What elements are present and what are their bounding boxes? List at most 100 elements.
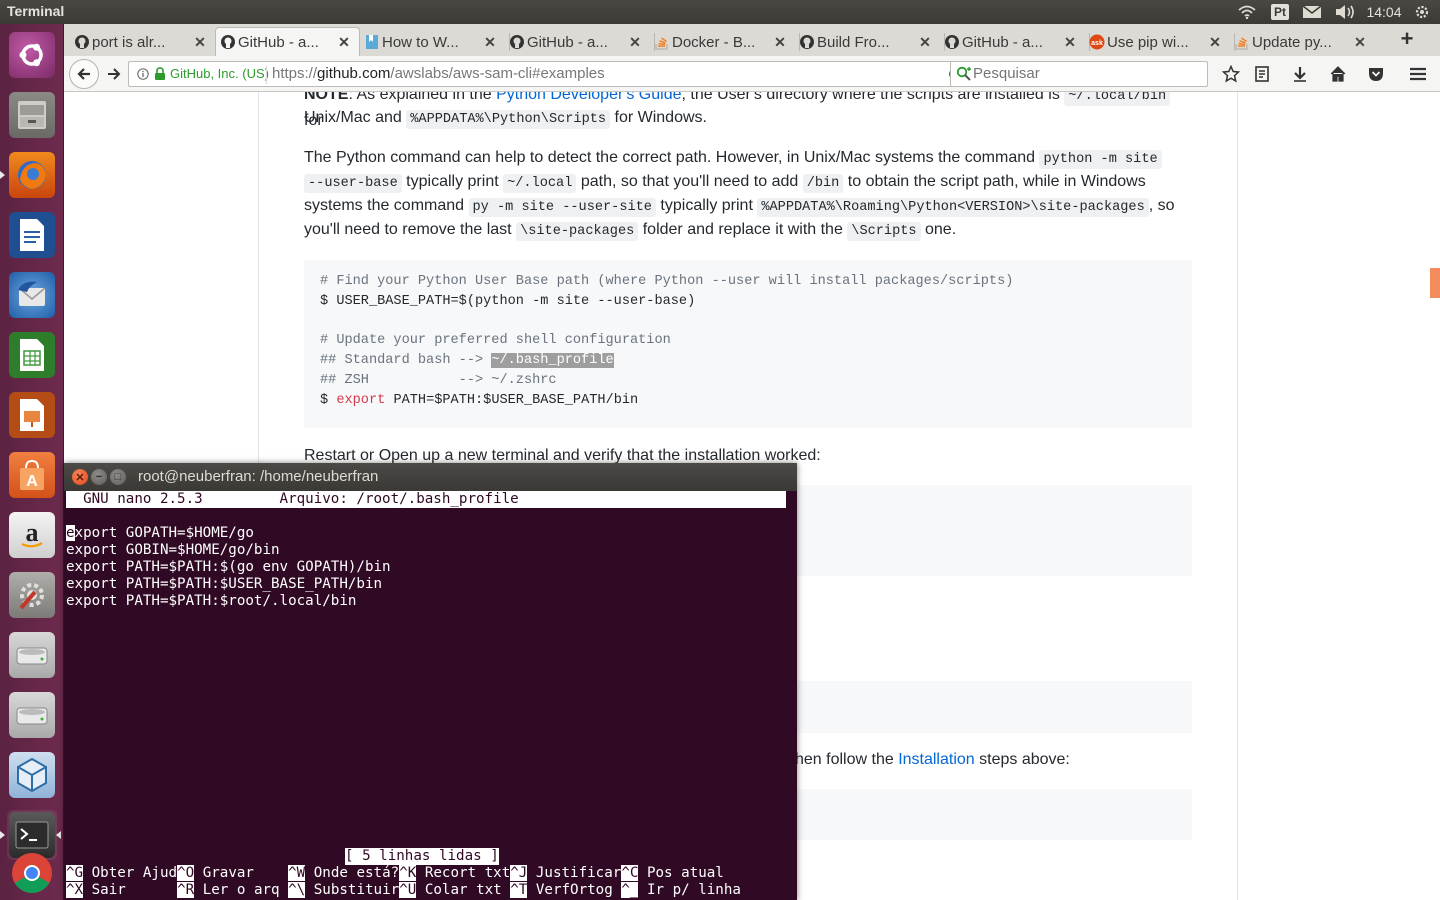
tab-0[interactable]: port is alr... ✕ [70, 28, 215, 56]
nano-line: export PATH=$PATH:$USER_BASE_PATH/bin [66, 576, 383, 592]
code-block: # Find your Python User Base path (where… [304, 260, 1192, 428]
installation-link[interactable]: Installation [898, 751, 975, 768]
clock[interactable]: 14:04 [1364, 0, 1404, 24]
follow-paragraph: hen follow the Installation steps above: [795, 751, 1070, 768]
volume-icon[interactable] [1332, 0, 1358, 24]
site-identity[interactable]: GitHub, Inc. (US) [137, 66, 269, 81]
bookmark-star-icon[interactable] [1221, 64, 1241, 84]
svg-text:a: a [26, 519, 39, 547]
github-icon [74, 34, 90, 50]
tab-7[interactable]: ask Use pip wi... ✕ [1085, 28, 1230, 56]
calc-icon [9, 332, 55, 378]
search-input[interactable] [973, 65, 1201, 82]
launcher-libreoffice-calc[interactable] [7, 330, 57, 380]
keyboard-indicator[interactable]: Pt [1268, 0, 1292, 24]
launcher-files[interactable] [7, 90, 57, 140]
site-identity-label: GitHub, Inc. (US) [170, 66, 269, 81]
nano-line: export GOPATH=$HOME/go [66, 525, 254, 541]
nano-line: export GOBIN=$HOME/go/bin [66, 542, 280, 558]
launcher-drive-2[interactable] [7, 690, 57, 740]
pocket-icon[interactable] [1366, 64, 1386, 84]
close-icon[interactable]: ✕ [72, 469, 88, 485]
search-bar[interactable] [950, 61, 1208, 87]
active-app-title: Terminal [7, 3, 65, 19]
mail-icon[interactable] [1300, 0, 1324, 24]
launcher: A a [0, 24, 64, 900]
tab-close-icon[interactable]: ✕ [337, 34, 351, 51]
maximize-icon[interactable]: □ [110, 469, 126, 485]
tab-close-icon[interactable]: ✕ [1353, 34, 1367, 51]
tab-close-icon[interactable]: ✕ [483, 34, 497, 51]
tab-close-icon[interactable]: ✕ [918, 34, 932, 51]
github-icon [799, 34, 815, 50]
scroll-position-marker [1430, 268, 1440, 298]
new-tab-button[interactable]: + [1394, 28, 1420, 52]
downloads-icon[interactable] [1290, 64, 1310, 84]
navigation-toolbar: GitHub, Inc. (US) https://github.com/aws… [64, 56, 1440, 92]
launcher-virtualbox[interactable] [7, 750, 57, 800]
home-icon[interactable] [1328, 64, 1348, 84]
reading-list-icon[interactable] [1252, 64, 1272, 84]
tab-close-icon[interactable]: ✕ [1208, 34, 1222, 51]
chrome-icon [9, 850, 55, 896]
firefox-icon [9, 152, 55, 198]
terminal-titlebar[interactable]: ✕ − □ root@neuberfran: /home/neuberfran [64, 463, 797, 491]
hard-drive-icon [9, 692, 55, 738]
tab-close-icon[interactable]: ✕ [628, 34, 642, 51]
menu-hamburger-icon[interactable] [1408, 64, 1428, 84]
stackoverflow-icon [1234, 34, 1250, 50]
impress-icon [9, 392, 55, 438]
thunderbird-icon [9, 272, 55, 318]
nano-status-message: [ 5 linhas lidas ] [345, 848, 499, 865]
back-button[interactable] [69, 59, 99, 89]
power-gear-icon[interactable] [1410, 0, 1434, 24]
nano-help-row-2: ^X Sair ^R Ler o arq ^\ Substituir^U Col… [66, 882, 741, 898]
tab-6[interactable]: GitHub - a... ✕ [940, 28, 1085, 56]
terminal-scrollbar[interactable] [788, 491, 797, 900]
tab-5[interactable]: Build Fro... ✕ [795, 28, 940, 56]
arrow-left-icon [77, 68, 90, 80]
path-paragraph-line-4: you'll need to remove the last \site-pac… [304, 221, 957, 241]
minimize-icon[interactable]: − [91, 469, 107, 485]
tab-2[interactable]: How to W... ✕ [360, 28, 505, 56]
tab-close-icon[interactable]: ✕ [193, 34, 207, 51]
tab-3[interactable]: GitHub - a... ✕ [505, 28, 650, 56]
writer-icon [9, 212, 55, 258]
wifi-icon[interactable] [1236, 0, 1258, 24]
launcher-system-settings[interactable] [7, 570, 57, 620]
launcher-thunderbird[interactable] [7, 270, 57, 320]
nano-header: GNU nano 2.5.3 Arquivo: /root/.bash_prof… [66, 491, 786, 508]
launcher-ubuntu-dash[interactable] [7, 30, 57, 80]
text-cursor: e [66, 525, 75, 541]
tab-strip: port is alr... ✕ GitHub - a... ✕ How to … [64, 24, 1440, 56]
svg-text:A: A [26, 473, 38, 490]
terminal-body[interactable]: GNU nano 2.5.3 Arquivo: /root/.bash_prof… [66, 491, 788, 900]
top-panel: Terminal Pt 14:04 [0, 0, 1440, 24]
tab-8[interactable]: Update py... ✕ [1230, 28, 1375, 56]
url-bar[interactable]: GitHub, Inc. (US) https://github.com/aws… [128, 61, 972, 87]
shopping-bag-icon: A [9, 452, 55, 498]
launcher-libreoffice-writer[interactable] [7, 210, 57, 260]
launcher-libreoffice-impress[interactable] [7, 390, 57, 440]
hard-drive-icon [9, 632, 55, 678]
launcher-firefox[interactable] [0, 150, 57, 200]
launcher-amazon[interactable]: a [7, 510, 57, 560]
github-icon [944, 34, 960, 50]
launcher-chrome[interactable] [7, 846, 57, 900]
terminal-window[interactable]: ✕ − □ root@neuberfran: /home/neuberfran … [64, 463, 797, 900]
tab-close-icon[interactable]: ✕ [773, 34, 787, 51]
python-guide-link[interactable]: Python Developer's Guide [496, 92, 681, 103]
ubuntu-logo-icon [9, 32, 55, 78]
tab-close-icon[interactable]: ✕ [1063, 34, 1077, 51]
forward-button[interactable] [104, 64, 124, 84]
launcher-drive-1[interactable] [7, 630, 57, 680]
file-cabinet-icon [9, 92, 55, 138]
launcher-software-center[interactable]: A [7, 450, 57, 500]
stackoverflow-icon [654, 34, 670, 50]
askubuntu-icon: ask [1089, 34, 1105, 50]
info-icon [137, 67, 149, 80]
tab-4[interactable]: Docker - B... ✕ [650, 28, 795, 56]
lock-icon [155, 67, 165, 80]
url-text[interactable]: https://github.com/awslabs/aws-sam-cli#e… [272, 65, 605, 82]
tab-1[interactable]: GitHub - a... ✕ [215, 27, 360, 56]
